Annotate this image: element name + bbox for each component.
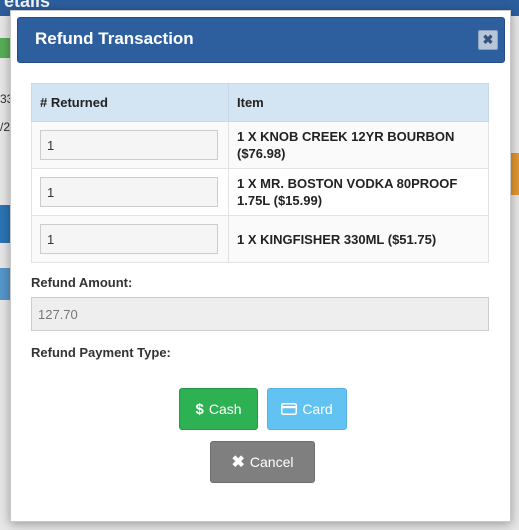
table-row: 1 X KNOB CREEK 12YR BOURBON ($76.98) (31, 121, 489, 169)
table-header-row: # Returned Item (31, 83, 489, 122)
refund-transaction-modal: Refund Transaction ✖ # Returned Item 1 X… (10, 10, 511, 522)
column-header-item: Item (228, 83, 489, 122)
cash-button-label: Cash (208, 401, 242, 417)
refund-payment-type-label: Refund Payment Type: (31, 345, 171, 360)
cancel-button-label: Cancel (249, 454, 294, 470)
column-header-returned: # Returned (31, 83, 229, 122)
returned-cell (31, 168, 229, 216)
card-button-label: Card (302, 401, 333, 417)
returned-cell (31, 215, 229, 263)
cash-button[interactable]: $ Cash (179, 388, 258, 430)
modal-title: Refund Transaction (35, 29, 194, 48)
returned-quantity-input[interactable] (40, 130, 218, 160)
credit-card-icon (281, 403, 298, 415)
table-row: 1 X MR. BOSTON VODKA 80PROOF 1.75L ($15.… (31, 168, 489, 216)
returned-items-table: # Returned Item 1 X KNOB CREEK 12YR BOUR… (31, 83, 489, 263)
refund-amount-input[interactable] (31, 297, 489, 331)
modal-header: Refund Transaction ✖ (17, 17, 505, 63)
times-icon: ✖ (231, 454, 245, 471)
returned-quantity-input[interactable] (40, 224, 218, 254)
card-button[interactable]: Card (267, 388, 347, 430)
table-row: 1 X KINGFISHER 330ML ($51.75) (31, 215, 489, 263)
close-icon[interactable]: ✖ (478, 30, 498, 50)
dollar-icon: $ (195, 400, 204, 418)
cancel-button[interactable]: ✖ Cancel (210, 441, 315, 483)
item-cell: 1 X MR. BOSTON VODKA 80PROOF 1.75L ($15.… (228, 168, 489, 216)
returned-quantity-input[interactable] (40, 177, 218, 207)
refund-amount-label: Refund Amount: (31, 275, 133, 290)
item-cell: 1 X KNOB CREEK 12YR BOURBON ($76.98) (228, 121, 489, 169)
item-cell: 1 X KINGFISHER 330ML ($51.75) (228, 215, 489, 263)
returned-cell (31, 121, 229, 169)
